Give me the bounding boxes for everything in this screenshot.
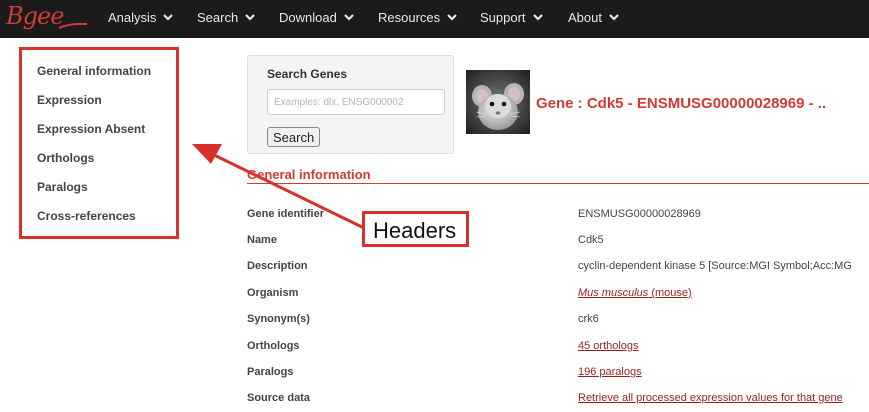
general-information-heading: General information: [247, 167, 371, 182]
sidebar-item-expression-absent[interactable]: Expression Absent: [37, 122, 145, 136]
description-value: cyclin-dependent kinase 5 [Source:MGI Sy…: [578, 260, 852, 272]
chevron-down-icon: [609, 14, 619, 21]
organism-species: Mus musculus: [578, 287, 649, 299]
synonyms-value: crk6: [578, 313, 599, 325]
sidebar-item-general-information[interactable]: General information: [37, 64, 151, 78]
nav-about[interactable]: About: [568, 10, 620, 25]
nav-search[interactable]: Search: [197, 10, 256, 25]
nav-resources[interactable]: Resources: [378, 10, 458, 25]
source-data-link[interactable]: Retrieve all processed expression values…: [578, 392, 843, 404]
chevron-down-icon: [245, 14, 255, 21]
nav-support[interactable]: Support: [480, 10, 544, 25]
chevron-down-icon: [163, 14, 174, 21]
top-navbar: Bgee Analysis Search Download Resources …: [0, 0, 869, 38]
sidebar-item-expression[interactable]: Expression: [37, 93, 102, 107]
search-input[interactable]: [267, 89, 445, 115]
paralogs-label: Paralogs: [247, 366, 294, 378]
nav-download[interactable]: Download: [279, 10, 355, 25]
synonyms-label: Synonym(s): [247, 313, 310, 325]
source-data-label: Source data: [247, 392, 310, 404]
annotation-callout: Headers: [362, 211, 469, 247]
chevron-down-icon: [532, 14, 543, 21]
sidebar-headers: General information Expression Expressio…: [19, 47, 179, 239]
orthologs-link[interactable]: 45 orthologs: [578, 340, 639, 352]
description-label: Description: [247, 260, 308, 272]
sidebar-item-cross-references[interactable]: Cross-references: [37, 209, 136, 223]
organism-link[interactable]: Mus musculus (mouse): [578, 287, 692, 299]
search-genes-title: Search Genes: [267, 67, 348, 81]
sidebar-item-paralogs[interactable]: Paralogs: [37, 180, 88, 194]
name-value: Cdk5: [578, 234, 604, 246]
organism-common-name: (mouse): [648, 287, 692, 299]
orthologs-label: Orthologs: [247, 340, 300, 352]
search-genes-panel: Search Genes Search: [247, 55, 454, 154]
bgee-logo[interactable]: Bgee: [6, 2, 64, 30]
sidebar-item-orthologs[interactable]: Orthologs: [37, 151, 94, 165]
logo-swoosh-icon: [58, 22, 88, 29]
annotation-label: Headers: [373, 218, 457, 243]
gene-title: Gene : Cdk5 - ENSMUSG00000028969 - ..: [536, 95, 827, 112]
organism-label: Organism: [247, 287, 299, 299]
paralogs-link[interactable]: 196 paralogs: [578, 366, 642, 378]
gene-identifier-label: Gene identifier: [247, 208, 325, 220]
section-divider: [247, 183, 869, 184]
chevron-down-icon: [344, 14, 354, 21]
chevron-down-icon: [447, 14, 457, 21]
nav-analysis[interactable]: Analysis: [108, 10, 174, 25]
name-label: Name: [247, 234, 277, 246]
gene-identifier-value: ENSMUSG00000028969: [578, 208, 701, 220]
search-button[interactable]: Search: [267, 127, 321, 147]
mouse-photo: [466, 70, 530, 134]
